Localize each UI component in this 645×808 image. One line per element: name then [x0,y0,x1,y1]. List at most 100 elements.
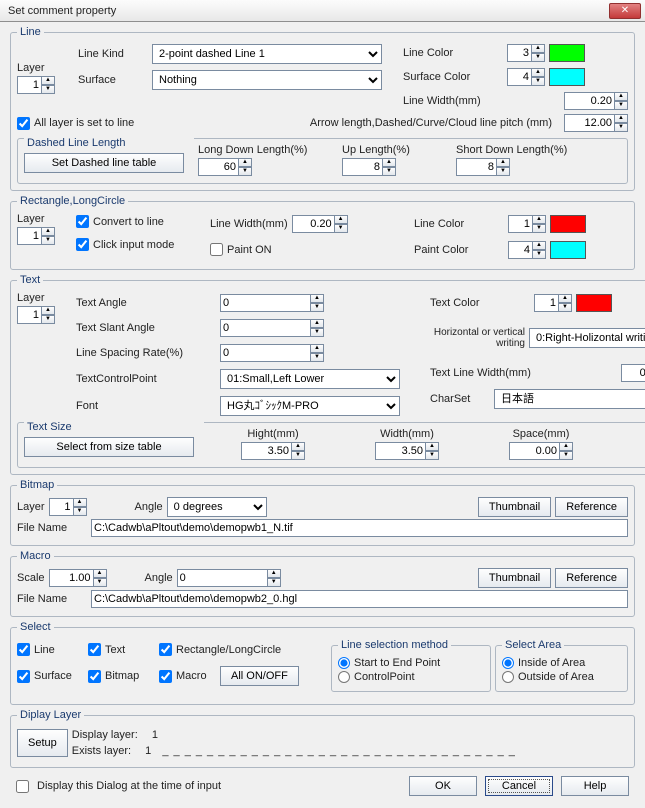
text-angle-input[interactable] [220,294,310,312]
arrow-length-input[interactable] [564,114,614,132]
text-angle-spin[interactable]: ▲▼ [220,294,324,312]
bitmap-layer-spin[interactable]: ▲▼ [49,498,87,516]
space-spin[interactable]: ▲▼ [509,442,573,460]
setup-button[interactable]: Setup [17,729,68,757]
spin-down-icon[interactable]: ▼ [425,451,439,460]
method-control-radio[interactable] [338,671,350,683]
line-width-input[interactable] [564,92,614,110]
rect-layer-input[interactable] [17,227,41,245]
all-on-off-button[interactable]: All ON/OFF [220,666,299,686]
macro-scale-spin[interactable]: ▲▼ [49,569,107,587]
spin-up-icon[interactable]: ▲ [41,76,55,85]
line-color-spin[interactable]: ▲▼ [507,44,545,62]
select-size-table-button[interactable]: Select from size table [24,437,194,457]
spin-down-icon[interactable]: ▼ [614,123,628,132]
rect-linecolor-spin[interactable]: ▲▼ [508,215,546,233]
spin-up-icon[interactable]: ▲ [531,44,545,53]
text-linewidth-spin[interactable]: ▲▼ [621,364,645,382]
charset-select[interactable]: 日本語 [494,389,645,409]
spin-down-icon[interactable]: ▼ [614,101,628,110]
line-color-swatch[interactable] [549,44,585,62]
line-color-input[interactable] [507,44,531,62]
spin-up-icon[interactable]: ▲ [334,215,348,224]
paint-color-spin[interactable]: ▲▼ [508,241,546,259]
macro-filename-input[interactable] [91,590,628,608]
tcp-select[interactable]: 01:Small,Left Lower [220,369,400,389]
spin-up-icon[interactable]: ▲ [310,344,324,353]
width-spin[interactable]: ▲▼ [375,442,439,460]
spin-down-icon[interactable]: ▼ [93,578,107,587]
cancel-button[interactable]: Cancel [485,776,553,796]
spin-down-icon[interactable]: ▼ [267,578,281,587]
long-down-input[interactable] [198,158,238,176]
ok-button[interactable]: OK [409,776,477,796]
select-rect-checkbox[interactable] [159,643,172,656]
long-down-spin[interactable]: ▲▼ [198,158,338,176]
rect-layer-spin[interactable]: ▲▼ [17,227,72,245]
surface-color-input[interactable] [507,68,531,86]
paint-color-input[interactable] [508,241,532,259]
rect-linewidth-input[interactable] [292,215,334,233]
text-linewidth-input[interactable] [621,364,645,382]
convert-to-line-checkbox[interactable] [76,215,89,228]
rect-linecolor-input[interactable] [508,215,532,233]
method-start-radio[interactable] [338,657,350,669]
surface-color-swatch[interactable] [549,68,585,86]
macro-thumbnail-button[interactable]: Thumbnail [478,568,551,588]
spin-up-icon[interactable]: ▲ [614,92,628,101]
spin-down-icon[interactable]: ▼ [532,250,546,259]
spin-up-icon[interactable]: ▲ [531,68,545,77]
all-layer-checkbox[interactable] [17,117,30,130]
spin-up-icon[interactable]: ▲ [73,498,87,507]
spin-up-icon[interactable]: ▲ [93,569,107,578]
spin-up-icon[interactable]: ▲ [559,442,573,451]
macro-scale-input[interactable] [49,569,93,587]
spin-up-icon[interactable]: ▲ [238,158,252,167]
text-slant-input[interactable] [220,319,310,337]
spin-up-icon[interactable]: ▲ [310,319,324,328]
close-button[interactable]: ✕ [609,3,641,19]
display-dialog-checkbox[interactable] [16,780,29,793]
click-input-checkbox[interactable] [76,238,89,251]
line-width-spin[interactable]: ▲▼ [564,92,628,110]
line-spacing-spin[interactable]: ▲▼ [220,344,324,362]
spin-down-icon[interactable]: ▼ [73,507,87,516]
select-bitmap-checkbox[interactable] [88,670,101,683]
spin-up-icon[interactable]: ▲ [558,294,572,303]
surface-color-spin[interactable]: ▲▼ [507,68,545,86]
select-surface-checkbox[interactable] [17,670,30,683]
bitmap-angle-select[interactable]: 0 degrees [167,497,267,517]
spin-up-icon[interactable]: ▲ [41,306,55,315]
text-layer-spin[interactable]: ▲▼ [17,306,72,324]
bitmap-filename-input[interactable] [91,519,628,537]
spin-up-icon[interactable]: ▲ [532,215,546,224]
line-layer-spin[interactable]: ▲▼ [17,76,72,94]
up-length-spin[interactable]: ▲▼ [342,158,452,176]
hv-writing-select[interactable]: 0:Right-Holizontal writing [529,328,645,348]
spin-down-icon[interactable]: ▼ [310,353,324,362]
help-button[interactable]: Help [561,776,629,796]
spin-up-icon[interactable]: ▲ [267,569,281,578]
space-input[interactable] [509,442,559,460]
select-text-checkbox[interactable] [88,643,101,656]
up-length-input[interactable] [342,158,382,176]
hight-input[interactable] [241,442,291,460]
spin-up-icon[interactable]: ▲ [291,442,305,451]
text-color-spin[interactable]: ▲▼ [534,294,572,312]
select-line-checkbox[interactable] [17,643,30,656]
spin-up-icon[interactable]: ▲ [310,294,324,303]
text-color-input[interactable] [534,294,558,312]
spin-down-icon[interactable]: ▼ [558,303,572,312]
font-select[interactable]: HG丸ｺﾞｼｯｸM-PRO [220,396,400,416]
spin-down-icon[interactable]: ▼ [291,451,305,460]
hight-spin[interactable]: ▲▼ [241,442,305,460]
line-layer-input[interactable] [17,76,41,94]
macro-reference-button[interactable]: Reference [555,568,628,588]
spin-down-icon[interactable]: ▼ [41,85,55,94]
bitmap-thumbnail-button[interactable]: Thumbnail [478,497,551,517]
area-outside-radio[interactable] [502,671,514,683]
spin-up-icon[interactable]: ▲ [614,114,628,123]
spin-up-icon[interactable]: ▲ [41,227,55,236]
select-macro-checkbox[interactable] [159,670,172,683]
line-kind-select[interactable]: 2-point dashed Line 1 [152,44,382,64]
